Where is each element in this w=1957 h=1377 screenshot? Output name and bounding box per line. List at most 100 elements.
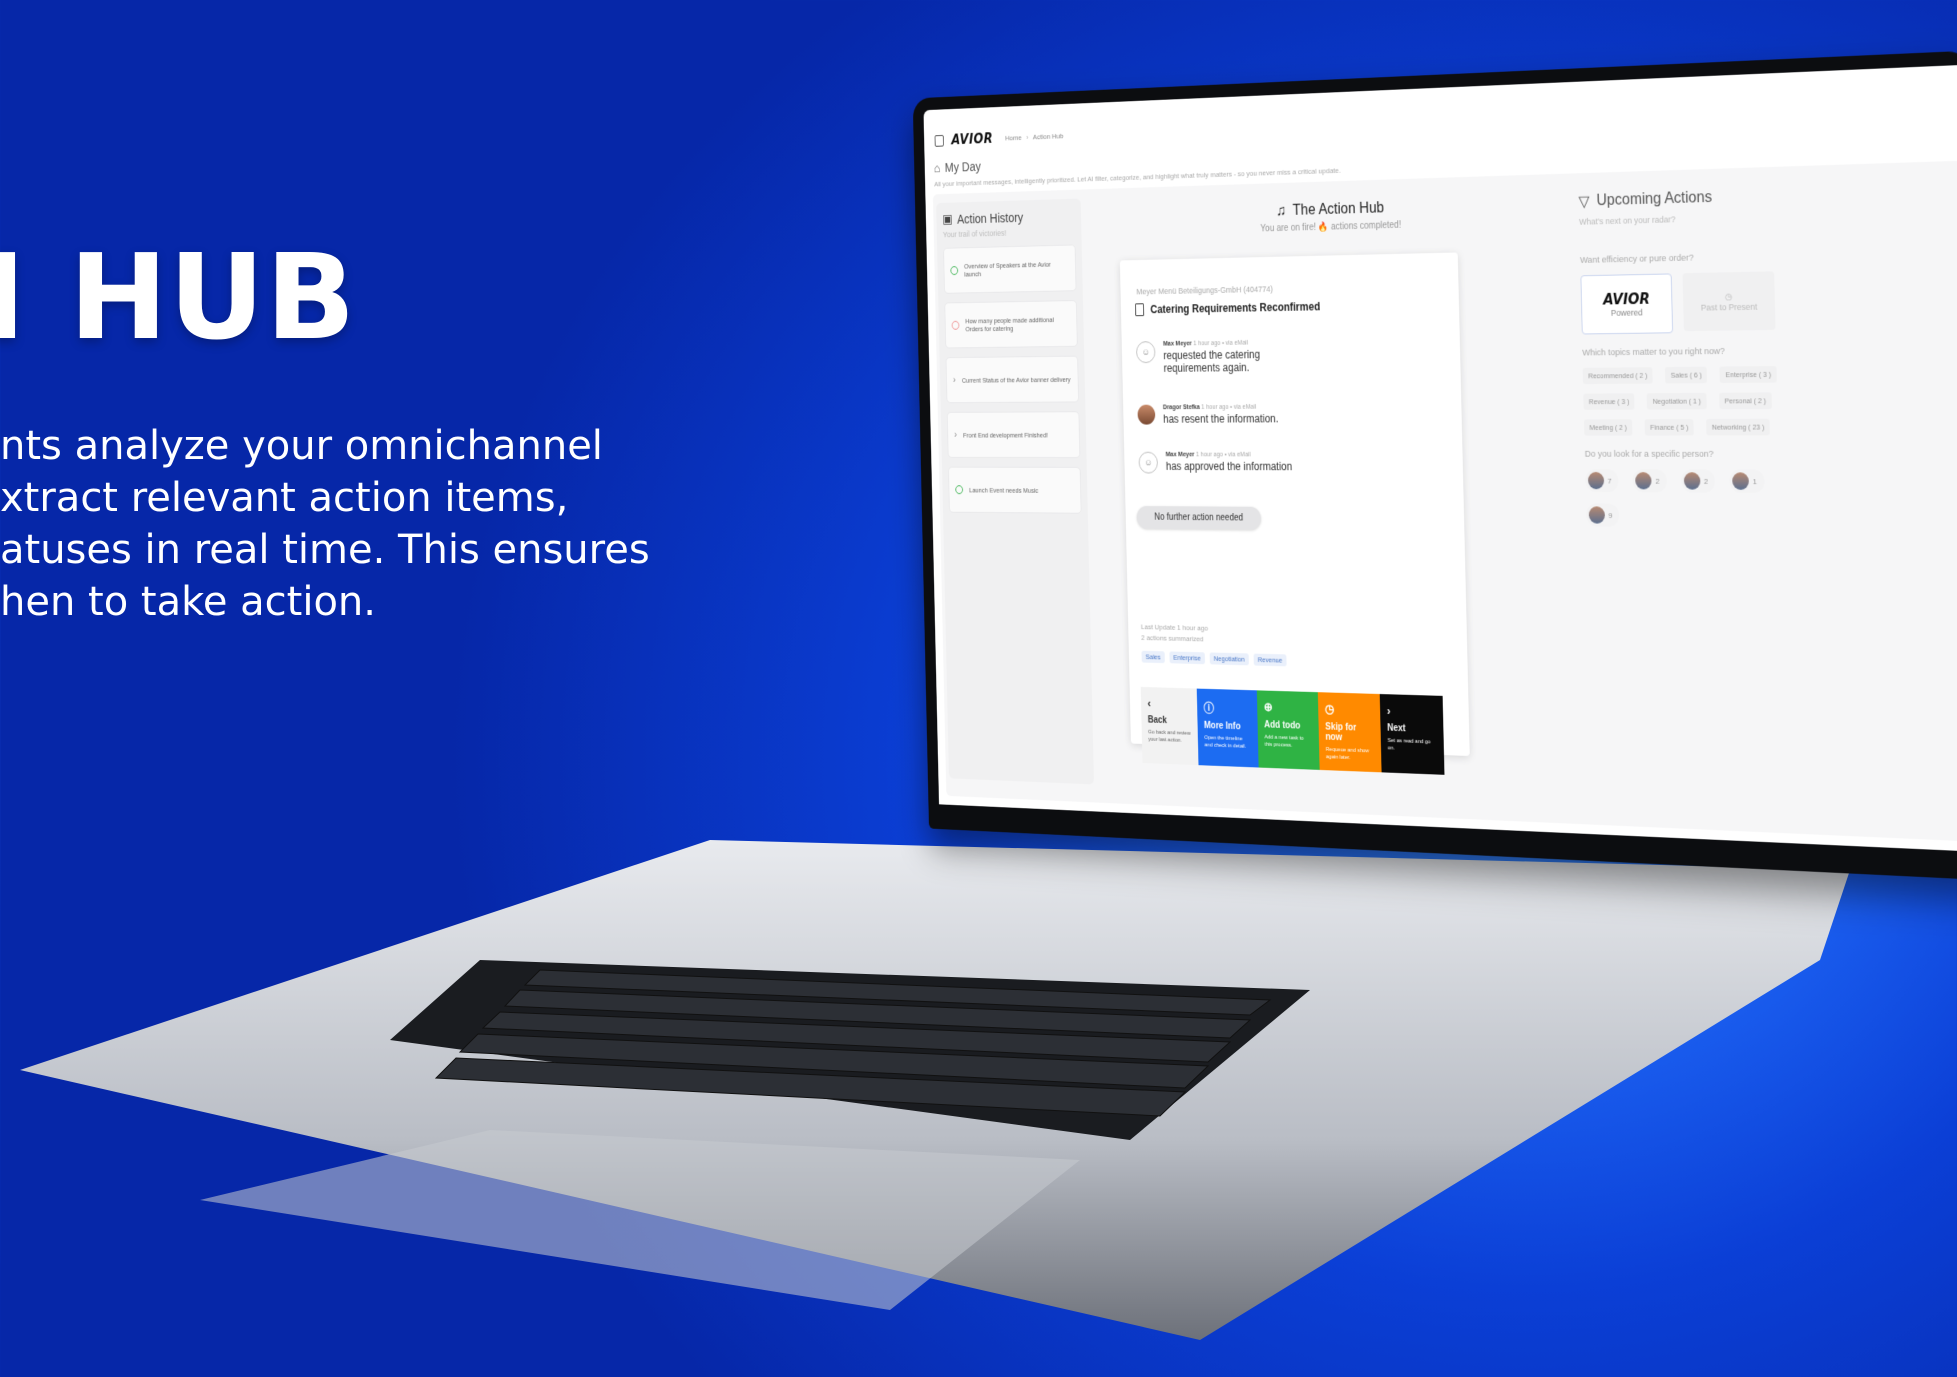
back-button-desc: Go back and review your last action. <box>1148 729 1191 744</box>
person-chip[interactable]: 9 <box>1585 503 1620 527</box>
timeline-time: 1 hour ago • via eMail <box>1201 404 1257 411</box>
history-item[interactable]: › Current Status of the Avior banner del… <box>945 355 1080 404</box>
bell-icon: ♫ <box>1276 203 1287 220</box>
breadcrumb-current: Action Hub <box>1032 131 1064 141</box>
next-button[interactable]: › Next Set as read and go on. <box>1379 694 1445 775</box>
action-history-subtitle: Your trail of victories! <box>942 228 1007 240</box>
person-count: 1 <box>1752 476 1758 486</box>
topic-chip[interactable]: Networking ( 23 ) <box>1706 418 1771 436</box>
add-todo-desc: Add a new task to this process. <box>1264 734 1304 749</box>
timeline-entry: ☺ Max Meyer 1 hour ago • via eMail reque… <box>1135 339 1310 375</box>
upcoming-actions-panel: ▽ Upcoming Actions What's next on your r… <box>1578 186 1804 529</box>
history-item-label: Current Status of the Avior banner deliv… <box>961 375 1071 385</box>
action-title-text: Catering Requirements Reconfirmed <box>1150 300 1321 316</box>
check-circle-icon <box>950 266 959 276</box>
person-count: 9 <box>1608 510 1613 520</box>
timeline-author: Dragor Stefka <box>1162 404 1200 411</box>
next-label: Next <box>1387 723 1406 735</box>
action-card: Meyer Menü Beteiligungs-GmbH (404774) Ca… <box>1119 252 1470 775</box>
back-button-label: Back <box>1147 715 1168 726</box>
mode-avior-powered[interactable]: AVIOR Powered <box>1580 273 1674 335</box>
check-circle-icon <box>955 485 964 495</box>
filter-icon: ▽ <box>1578 193 1590 211</box>
timeline-entry: Dragor Stefka 1 hour ago • via eMail has… <box>1137 404 1279 426</box>
clock-icon: ◷ <box>1724 291 1733 301</box>
mode-label: Past to Present <box>1700 301 1758 313</box>
tag[interactable]: Sales <box>1141 650 1165 664</box>
timeline-meta: Dragor Stefka 1 hour ago • via eMail <box>1163 404 1278 411</box>
history-item[interactable]: Overview of Speakers at the Avior launch <box>943 244 1077 294</box>
breadcrumb: Home › Action Hub <box>1005 131 1063 141</box>
person-chip[interactable]: 7 <box>1585 469 1619 493</box>
history-item-label: How many people made additional Orders f… <box>965 315 1054 334</box>
chevron-right-icon: › <box>1386 703 1391 718</box>
app-window: AVIOR Home › Action Hub ⌂ My Day All you… <box>923 64 1957 853</box>
topic-chip[interactable]: Enterprise ( 3 ) <box>1719 366 1777 384</box>
hero-line: hen to take action. <box>0 579 376 625</box>
hero-title: I HUB <box>0 228 357 366</box>
history-item[interactable]: Launch Event needs Music <box>948 466 1082 514</box>
action-history-title: Action History <box>956 209 1024 226</box>
history-icon: ▣ <box>942 211 953 226</box>
people-question: Do you look for a specific person? <box>1584 449 1714 460</box>
breadcrumb-home[interactable]: Home <box>1005 133 1022 142</box>
timeline-time: 1 hour ago • via eMail <box>1193 339 1249 348</box>
mode-past-to-present[interactable]: ◷ Past to Present <box>1682 271 1776 332</box>
topic-chip[interactable]: Personal ( 2 ) <box>1718 392 1772 410</box>
timeline-text: has resent the information. <box>1163 412 1279 426</box>
skip-button[interactable]: ◷ Skip for now Requeue and show again la… <box>1317 692 1382 773</box>
avatar <box>1732 472 1750 490</box>
timeline-entry: ☺ Max Meyer 1 hour ago • via eMail has a… <box>1138 451 1293 474</box>
history-item-label: Launch Event needs Music <box>968 485 1039 495</box>
hero-line: nts analyze your omnichannel <box>0 423 603 469</box>
back-button[interactable]: ‹ Back Go back and review your last acti… <box>1140 686 1199 766</box>
tag[interactable]: Negotiation <box>1209 652 1249 666</box>
timeline-meta: Max Meyer 1 hour ago • via eMail <box>1163 339 1310 347</box>
breadcrumb-separator-icon: › <box>1026 132 1029 141</box>
action-history-header: ▣ Action History <box>942 208 1075 227</box>
mode-logo: AVIOR <box>1602 290 1650 309</box>
laptop-screen: AVIOR Home › Action Hub ⌂ My Day All you… <box>912 50 1957 881</box>
history-item[interactable]: › Front End development Finished! <box>946 411 1081 458</box>
app-logo[interactable]: AVIOR <box>951 130 993 148</box>
person-chip[interactable]: 2 <box>1680 469 1716 493</box>
topic-chip[interactable]: Revenue ( 3 ) <box>1583 393 1635 410</box>
topic-chips: Recommended ( 2 ) Sales ( 6 ) Enterprise… <box>1582 366 1803 436</box>
more-info-label: More Info <box>1203 720 1241 733</box>
topic-chip[interactable]: Finance ( 5 ) <box>1644 419 1694 436</box>
hero-line: atuses in real time. This ensures <box>0 527 650 573</box>
upcoming-subtitle: What's next on your radar? <box>1579 214 1676 227</box>
topic-chip[interactable]: Negotiation ( 1 ) <box>1647 392 1707 410</box>
sort-mode-selector: AVIOR Powered ◷ Past to Present <box>1580 271 1799 335</box>
hero-line: xtract relevant action items, <box>0 475 569 521</box>
alert-circle-icon <box>951 320 960 330</box>
tag[interactable]: Revenue <box>1253 653 1287 667</box>
sidebar-toggle-icon[interactable] <box>934 134 944 147</box>
more-info-button[interactable]: ⓘ More Info Open the timeline and check … <box>1196 688 1259 768</box>
person-count: 2 <box>1655 476 1660 486</box>
timeline-text: requested the catering requirements agai… <box>1163 348 1261 375</box>
history-item[interactable]: How many people made additional Orders f… <box>944 300 1078 349</box>
chevron-right-icon: › <box>954 429 958 441</box>
timeline-author: Max Meyer <box>1165 451 1195 459</box>
tag[interactable]: Enterprise <box>1169 651 1206 665</box>
page-header: ⌂ My Day <box>934 159 981 175</box>
timeline-text: has approved the information <box>1165 459 1293 473</box>
topic-chip[interactable]: Meeting ( 2 ) <box>1583 419 1633 436</box>
laptop-keyboard-deck <box>20 840 1850 1340</box>
chevron-right-icon: › <box>952 374 956 386</box>
skip-label: Skip for now <box>1325 722 1357 743</box>
person-count: 7 <box>1607 476 1612 485</box>
person-chip[interactable]: 1 <box>1729 469 1765 493</box>
upcoming-title: Upcoming Actions <box>1596 189 1713 210</box>
topic-chip[interactable]: Recommended ( 2 ) <box>1582 367 1653 385</box>
topic-chip[interactable]: Sales ( 6 ) <box>1665 366 1708 384</box>
action-hub-title: The Action Hub <box>1292 200 1385 219</box>
add-todo-button[interactable]: ⊕ Add todo Add a new task to this proces… <box>1256 690 1320 770</box>
people-chips: 7 2 2 1 9 <box>1585 469 1805 528</box>
avatar <box>1683 472 1701 490</box>
person-chip[interactable]: 2 <box>1632 469 1667 493</box>
info-icon: ⓘ <box>1203 700 1215 715</box>
timeline-time: 1 hour ago • via eMail <box>1195 451 1251 459</box>
inbox-icon: ⌂ <box>933 160 941 175</box>
